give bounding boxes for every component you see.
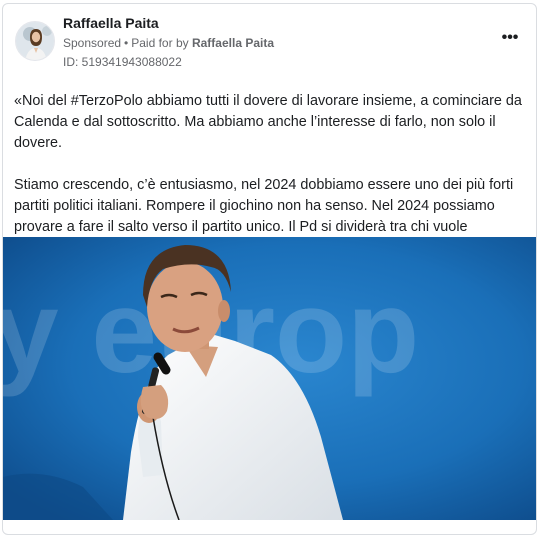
paid-for-by-label: Paid for by (131, 36, 189, 50)
sponsored-label: Sponsored (63, 36, 122, 50)
post-text: «Noi del #TerzoPolo abbiamo tutti il dov… (14, 91, 529, 259)
ad-id: ID: 519341943088022 (63, 55, 182, 69)
post-header: Raffaella Paita Sponsored • Paid for by Ra… (3, 4, 536, 74)
author-name[interactable]: Raffaella Paita (63, 15, 159, 31)
sponsorship-info: Sponsored • Paid for by Raffaella Paita (63, 36, 274, 50)
post-paragraph-1: «Noi del #TerzoPolo abbiamo tutti il dov… (14, 93, 522, 151)
sponsored-post-card: Raffaella Paita Sponsored • Paid for by Ra… (2, 3, 537, 535)
avatar-image (16, 22, 54, 60)
post-image[interactable]: y europ (3, 237, 536, 520)
more-options-icon[interactable]: ••• (498, 30, 522, 46)
meta-separator: • (124, 36, 129, 50)
speaker-photo: y europ (3, 237, 536, 520)
payer-name: Raffaella Paita (191, 36, 275, 50)
author-avatar[interactable] (15, 21, 55, 61)
